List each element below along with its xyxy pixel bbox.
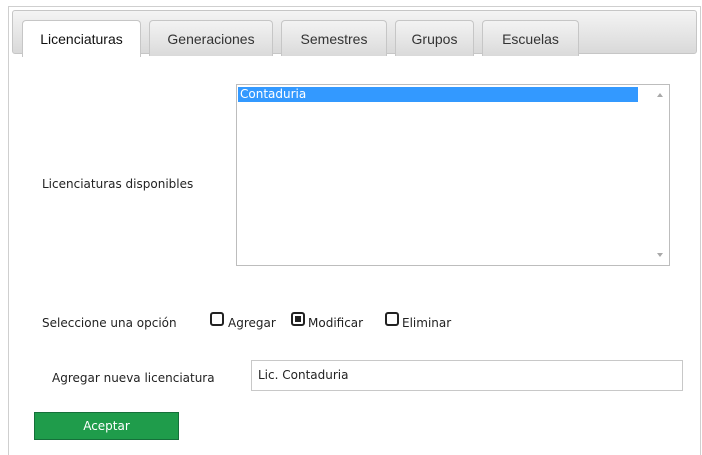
eliminar-label: Eliminar: [402, 316, 452, 330]
available-label: Licenciaturas disponibles: [42, 177, 194, 191]
new-licenciatura-label: Agregar nueva licenciatura: [52, 371, 215, 385]
agregar-label: Agregar: [228, 316, 276, 330]
modificar-checkbox[interactable]: [291, 312, 305, 326]
choose-option-label: Seleccione una opción: [42, 316, 177, 330]
eliminar-checkbox[interactable]: [385, 312, 399, 326]
aceptar-button[interactable]: Aceptar: [34, 412, 179, 440]
tab-semestres[interactable]: Semestres: [281, 20, 387, 56]
modificar-label: Modificar: [308, 316, 364, 330]
tab-grupos[interactable]: Grupos: [395, 20, 474, 56]
list-item[interactable]: Contaduria: [238, 87, 638, 102]
listbox-scrollbar[interactable]: [652, 85, 669, 265]
new-licenciatura-input[interactable]: Lic. Contaduria: [251, 360, 683, 391]
scroll-up-icon[interactable]: [657, 93, 663, 97]
scroll-down-icon[interactable]: [657, 253, 663, 257]
tab-bar: Licenciaturas Generaciones Semestres Gru…: [12, 10, 697, 57]
licenciaturas-listbox[interactable]: Contaduria: [236, 84, 670, 266]
checkbox-icon: [295, 316, 301, 322]
tab-licenciaturas[interactable]: Licenciaturas: [22, 20, 141, 57]
tab-generaciones[interactable]: Generaciones: [149, 20, 273, 56]
agregar-checkbox[interactable]: [210, 312, 224, 326]
tab-escuelas[interactable]: Escuelas: [482, 20, 579, 56]
tabs-panel: Licenciaturas Generaciones Semestres Gru…: [8, 6, 701, 455]
